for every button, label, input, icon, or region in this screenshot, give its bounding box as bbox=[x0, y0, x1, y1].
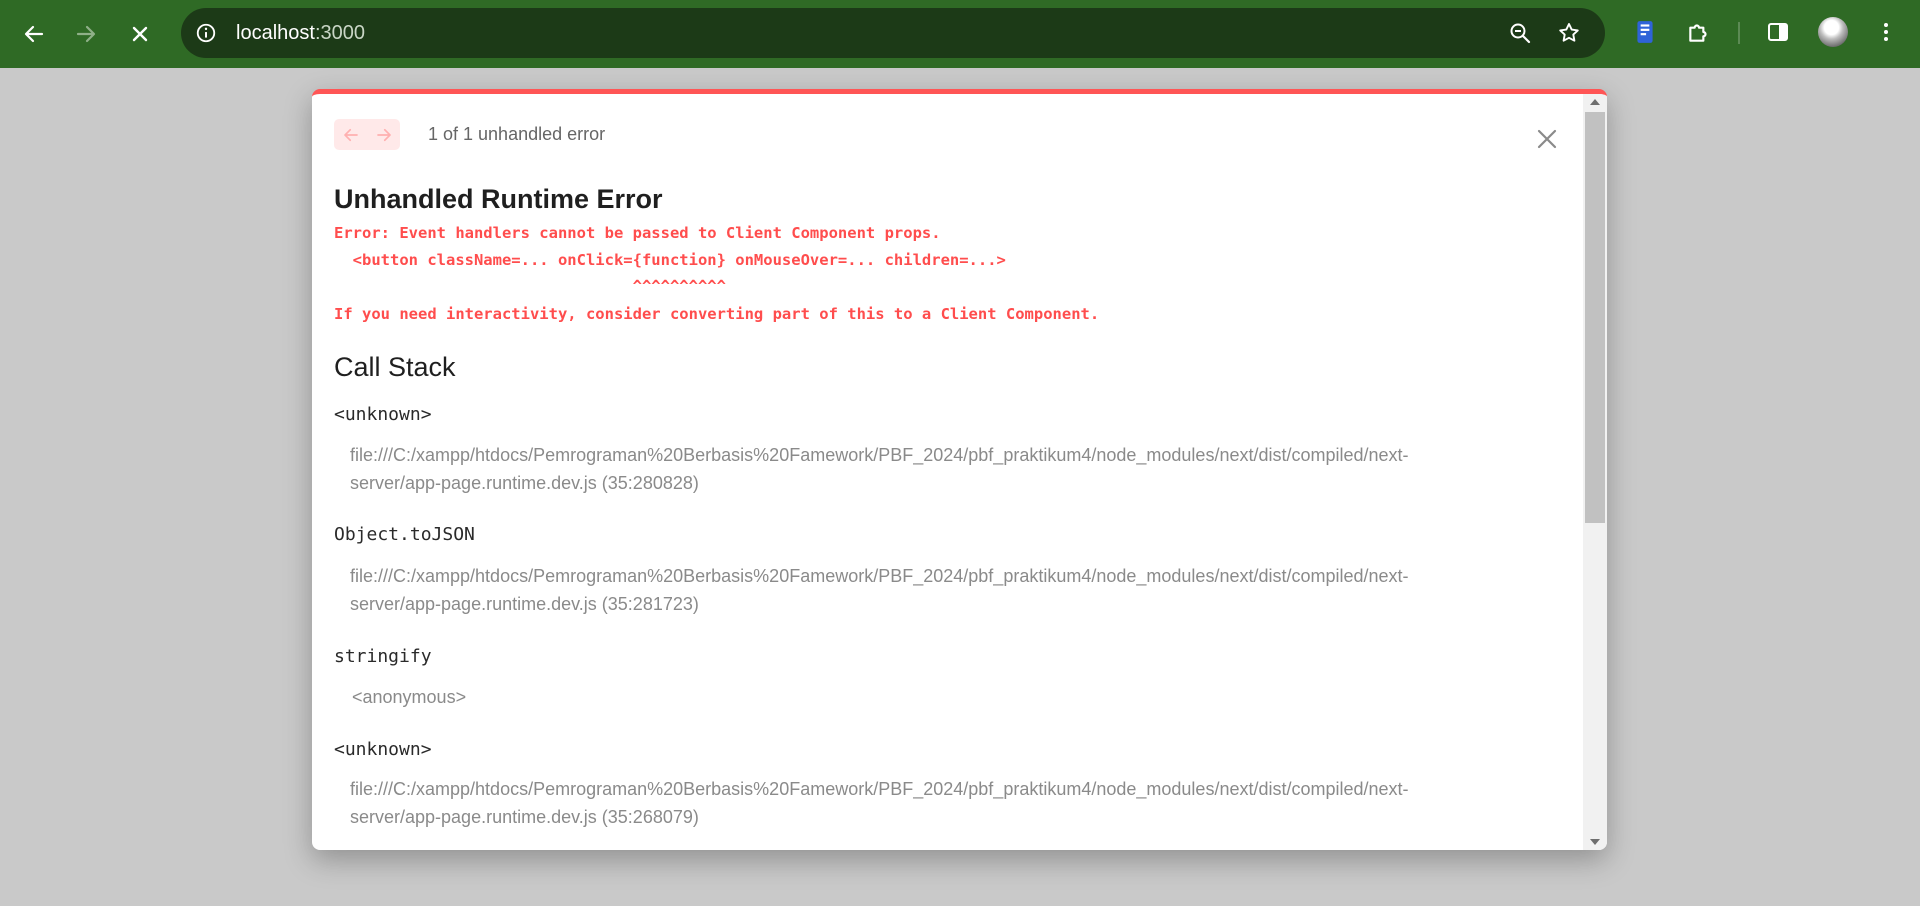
url-text[interactable]: localhost:3000 bbox=[236, 8, 365, 58]
extension-reader-button[interactable] bbox=[1630, 17, 1660, 47]
error-title: Unhandled Runtime Error bbox=[334, 184, 663, 214]
address-bar[interactable]: localhost:3000 bbox=[181, 8, 1605, 58]
error-message-line: Error: Event handlers cannot be passed t… bbox=[334, 224, 941, 242]
scroll-thumb[interactable] bbox=[1585, 112, 1605, 523]
bookmark-button[interactable] bbox=[1556, 20, 1582, 46]
avatar[interactable] bbox=[1818, 17, 1848, 47]
book-icon bbox=[1637, 21, 1653, 43]
arrow-right-icon bbox=[76, 25, 96, 43]
error-message-line: ^^^^^^^^^^ bbox=[334, 277, 726, 295]
triangle-down-icon bbox=[1590, 839, 1600, 845]
side-panel-button[interactable] bbox=[1763, 17, 1793, 47]
forward-button[interactable] bbox=[66, 14, 106, 54]
close-dialog-button[interactable] bbox=[1532, 124, 1562, 154]
scroll-down-arrow[interactable] bbox=[1583, 834, 1607, 850]
error-count: 1 of 1 unhandled error bbox=[428, 124, 606, 144]
zoom-out-icon bbox=[1510, 23, 1531, 44]
close-icon bbox=[1537, 129, 1557, 149]
stack-frame-location[interactable]: file:///C:/xampp/htdocs/Pemrograman%20Be… bbox=[350, 775, 1490, 831]
previous-error-button[interactable] bbox=[342, 126, 360, 144]
error-message-line: If you need interactivity, consider conv… bbox=[334, 305, 1100, 323]
url-port: :3000 bbox=[314, 22, 365, 44]
call-stack-heading: Call Stack bbox=[334, 352, 456, 382]
stack-frame-location: <anonymous> bbox=[352, 687, 467, 707]
back-button[interactable] bbox=[14, 14, 54, 54]
url-host: localhost bbox=[236, 22, 315, 44]
zoom-button[interactable] bbox=[1507, 20, 1533, 46]
info-icon bbox=[196, 23, 216, 43]
puzzle-icon bbox=[1689, 24, 1707, 42]
stop-loading-button[interactable] bbox=[120, 14, 160, 54]
stack-frame-function: stringify bbox=[334, 646, 432, 667]
browser-menu-button[interactable] bbox=[1871, 17, 1901, 47]
stack-frame-function: <unknown> bbox=[334, 404, 432, 425]
side-panel-icon bbox=[1768, 23, 1788, 41]
stack-frame-location[interactable]: file:///C:/xampp/htdocs/Pemrograman%20Be… bbox=[350, 562, 1490, 618]
extensions-button[interactable] bbox=[1684, 17, 1714, 47]
stack-frame-function: <unknown> bbox=[334, 739, 432, 760]
error-message-line: <button className=... onClick={function}… bbox=[334, 251, 1006, 269]
next-error-button[interactable] bbox=[375, 126, 393, 144]
arrow-left-icon bbox=[24, 25, 44, 43]
toolbar-divider bbox=[1738, 22, 1740, 44]
close-icon bbox=[132, 26, 148, 42]
error-dialog-content[interactable]: 1 of 1 unhandled error Unhandled Runtime… bbox=[312, 94, 1583, 850]
browser-toolbar: localhost:3000 bbox=[0, 0, 1920, 68]
star-icon bbox=[1559, 23, 1579, 42]
kebab-menu-icon bbox=[1884, 23, 1888, 41]
dialog-scrollbar[interactable] bbox=[1583, 94, 1607, 850]
triangle-up-icon bbox=[1590, 99, 1600, 105]
error-pager bbox=[334, 119, 400, 150]
site-info-button[interactable] bbox=[193, 20, 219, 46]
scroll-up-arrow[interactable] bbox=[1583, 94, 1607, 110]
error-dialog: 1 of 1 unhandled error Unhandled Runtime… bbox=[312, 89, 1607, 850]
stack-frame-function: Object.toJSON bbox=[334, 524, 475, 545]
stack-frame-location[interactable]: file:///C:/xampp/htdocs/Pemrograman%20Be… bbox=[350, 441, 1490, 497]
